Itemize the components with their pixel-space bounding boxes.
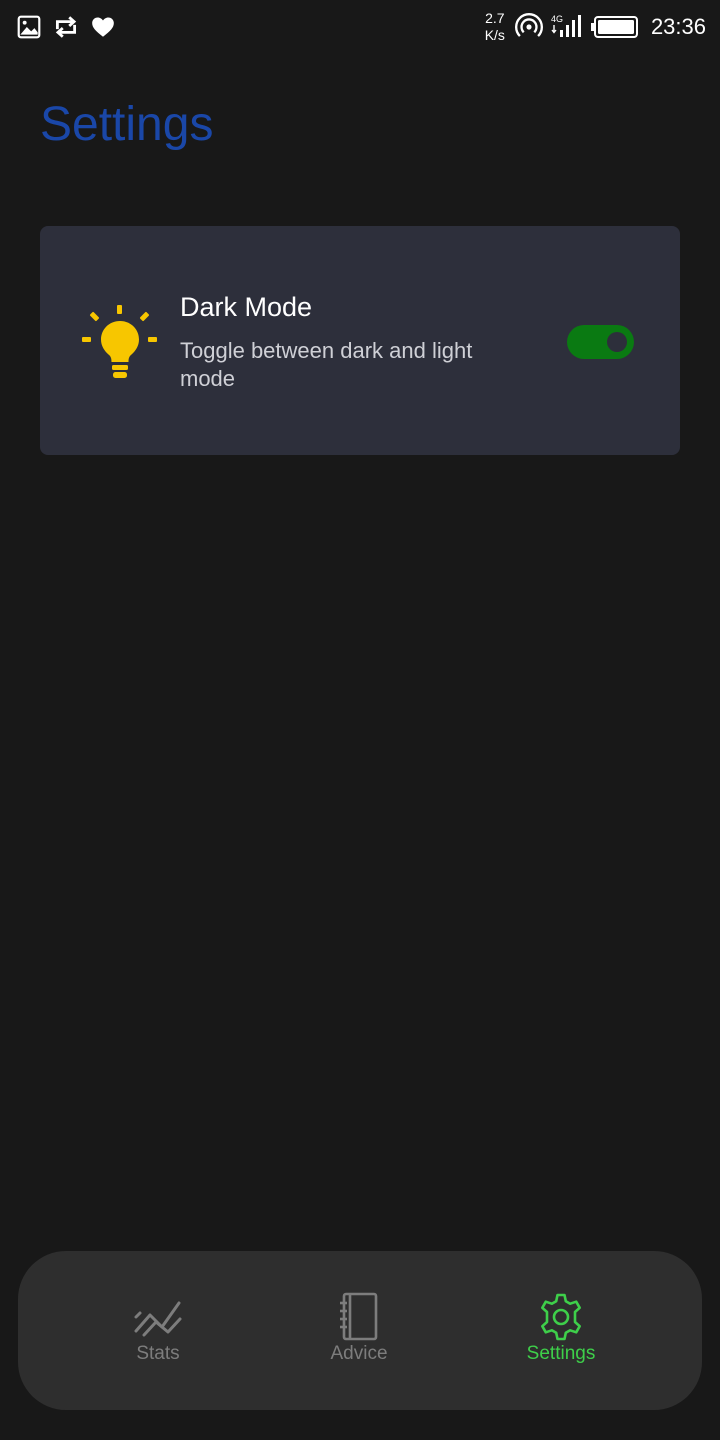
nav-label-stats: Stats (136, 1343, 180, 1364)
clock: 23:36 (650, 14, 706, 39)
gear-icon (541, 1293, 581, 1341)
bottom-navigation: Stats Advice Settings (18, 1251, 702, 1410)
page-title: Settings (40, 98, 214, 151)
nav-item-advice[interactable]: Advice (289, 1291, 429, 1371)
lightbulb-icon (82, 305, 157, 378)
repeat-icon (55, 16, 77, 38)
dark-mode-setting-card: Dark Mode Toggle between dark and light … (40, 226, 680, 455)
notification-icons (16, 12, 116, 42)
nav-label-settings: Settings (526, 1343, 596, 1364)
dark-mode-toggle[interactable] (567, 325, 634, 359)
nav-label-advice: Advice (330, 1343, 388, 1364)
system-status: 2.7 K/s 4G 23:36 (485, 2, 706, 52)
signal-icon: 4G (551, 14, 581, 37)
trend-chart-icon (134, 1301, 182, 1337)
network-speed-unit: K/s (484, 27, 505, 43)
heart-icon (92, 17, 114, 37)
network-speed: 2.7 K/s (485, 10, 505, 44)
setting-description: Toggle between dark and light mode (180, 338, 473, 391)
battery-icon (590, 16, 638, 38)
status-bar: 2.7 K/s 4G 23:36 (0, 0, 720, 56)
network-speed-value: 2.7 (485, 10, 505, 26)
image-icon (17, 15, 41, 39)
notebook-icon (340, 1292, 378, 1341)
network-type-label: 4G (551, 14, 563, 24)
nav-item-stats[interactable]: Stats (88, 1291, 228, 1371)
toggle-knob (607, 332, 627, 352)
nav-item-settings[interactable]: Settings (491, 1291, 631, 1371)
hotspot-icon (515, 13, 543, 37)
setting-title: Dark Mode (180, 292, 313, 322)
